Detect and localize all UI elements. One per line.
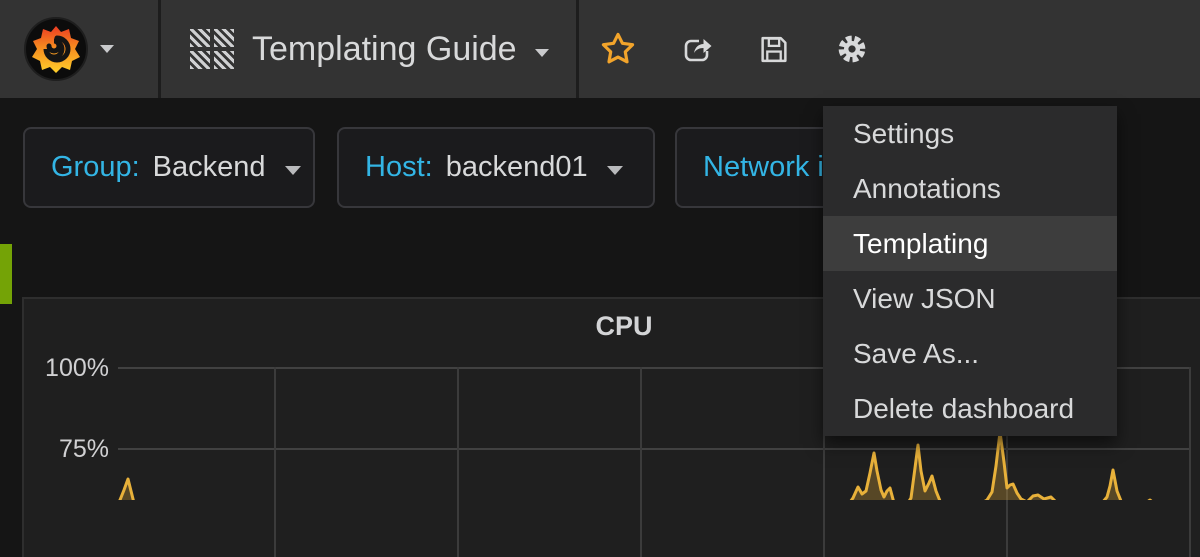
menu-item-annotations[interactable]: Annotations: [823, 161, 1117, 216]
y-axis-tick: 100%: [24, 353, 109, 383]
dashboard-title: Templating Guide: [252, 30, 517, 69]
grafana-menu-button[interactable]: [24, 16, 120, 82]
variable-label: Host:: [365, 151, 433, 184]
chevron-down-icon: [100, 45, 114, 53]
y-axis-tick: 75%: [24, 434, 109, 464]
chevron-down-icon: [535, 49, 549, 57]
chevron-down-icon: [285, 166, 301, 175]
dashboard-title-dropdown[interactable]: Templating Guide: [190, 0, 549, 98]
chevron-down-icon: [607, 166, 623, 175]
gridline: [640, 367, 642, 557]
variable-value: backend01: [446, 151, 588, 184]
save-icon: [758, 34, 790, 65]
share-dashboard-button[interactable]: [657, 0, 735, 98]
row-toggle-bar[interactable]: [0, 244, 12, 304]
menu-item-delete-dashboard[interactable]: Delete dashboard: [823, 381, 1117, 436]
gridline: [118, 448, 1189, 450]
star-dashboard-button[interactable]: [579, 0, 657, 98]
dashboard-settings-button[interactable]: [813, 0, 891, 98]
grafana-logo-icon: [24, 17, 88, 81]
star-icon: [598, 30, 638, 68]
share-icon: [678, 32, 714, 66]
gridline: [457, 367, 459, 557]
dashboard-grid-icon: [190, 29, 234, 69]
top-navbar: Templating Guide: [0, 0, 1200, 98]
gridline: [274, 367, 276, 557]
save-dashboard-button[interactable]: [735, 0, 813, 98]
variable-label: Group:: [51, 151, 140, 184]
gridline: [1189, 367, 1191, 557]
divider: [158, 0, 161, 98]
menu-item-settings[interactable]: Settings: [823, 106, 1117, 161]
settings-dropdown-menu: Settings Annotations Templating View JSO…: [823, 106, 1117, 436]
variable-dropdown-group[interactable]: Group: Backend: [23, 127, 315, 208]
menu-item-templating[interactable]: Templating: [823, 216, 1117, 271]
menu-item-view-json[interactable]: View JSON: [823, 271, 1117, 326]
gear-icon: [836, 33, 868, 65]
variable-label: Network i: [703, 151, 824, 184]
variable-dropdown-host[interactable]: Host: backend01: [337, 127, 655, 208]
variable-value: Backend: [153, 151, 266, 184]
menu-item-save-as[interactable]: Save As...: [823, 326, 1117, 381]
